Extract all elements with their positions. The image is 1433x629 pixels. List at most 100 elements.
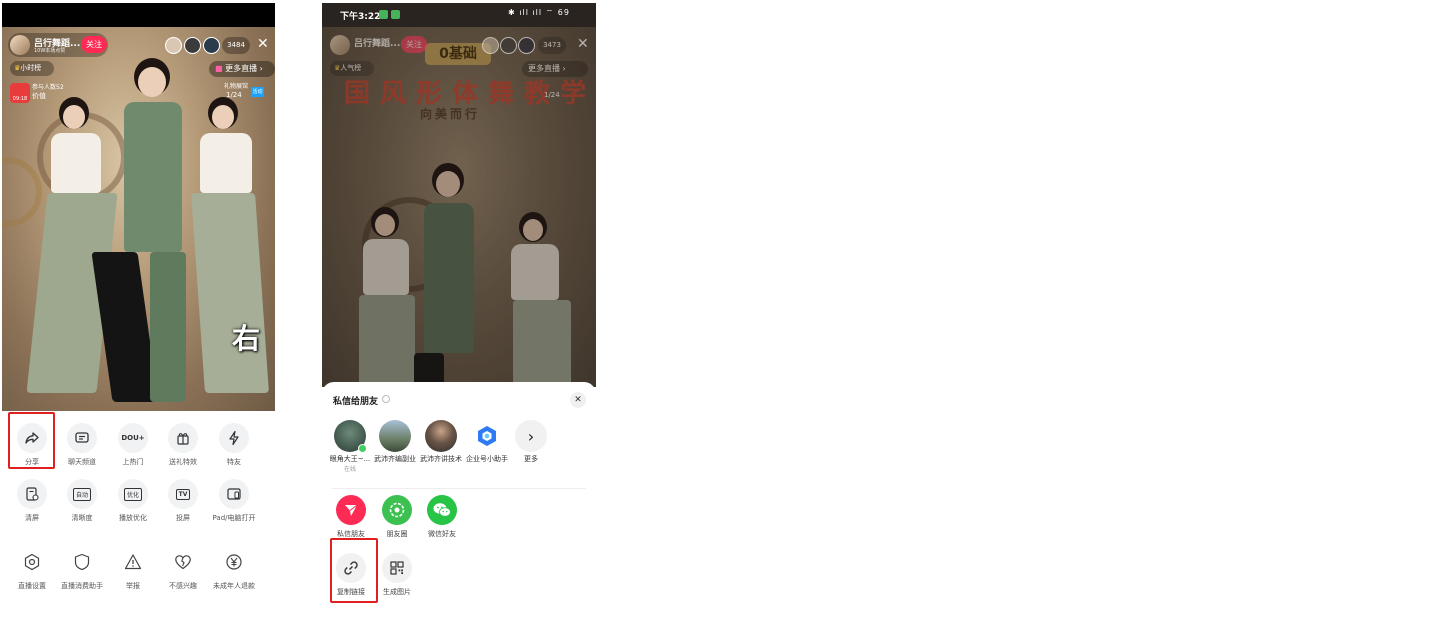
menu-item-not-interested[interactable]: 不感兴趣	[155, 547, 211, 591]
gift-gallery-label: 礼物展馆	[224, 83, 249, 90]
menu-item-consume-helper[interactable]: 直播消费助手	[54, 547, 110, 591]
enterprise-assistant-icon	[471, 420, 503, 452]
warning-icon	[118, 547, 148, 577]
hour-rank-badge[interactable]: 09:18	[10, 83, 30, 103]
menu-label: 清晰度	[71, 514, 93, 522]
status-bar	[2, 3, 275, 27]
chevron-right-icon: ›	[515, 420, 547, 452]
menu-label: 清屏	[25, 514, 39, 522]
right-phone-screen: 下午3:22 ✱ ıll ıll ⌔ 69 0基础 国风形体舞教学 向美而行 吕…	[322, 3, 596, 610]
cast-tv-icon: TV	[168, 479, 198, 509]
friend-item[interactable]: 眼角大王~... 在线	[328, 420, 372, 473]
more-live-label: 更多直播	[528, 64, 560, 73]
menu-item-cast[interactable]: TV 投屏	[155, 479, 211, 523]
friend-item[interactable]: 企业号小助手	[465, 420, 509, 464]
pad-icon	[219, 479, 249, 509]
menu-item-playback-optimize[interactable]: 优化 播放优化	[105, 479, 161, 523]
menu-label: 投屏	[176, 514, 190, 522]
app-label: 生成图片	[383, 588, 411, 596]
viewer-avatar[interactable]	[184, 37, 201, 54]
share-moments[interactable]: 朋友圈	[376, 495, 418, 539]
host-name: 吕行舞蹈...	[354, 39, 401, 49]
share-sheet-title: 私信给朋友	[333, 397, 379, 407]
menu-label: 播放优化	[119, 514, 147, 522]
highlight-share-box	[8, 412, 55, 469]
status-time: 下午3:22	[340, 12, 381, 22]
more-friends-label: 更多	[524, 455, 538, 463]
viewer-avatar[interactable]	[518, 37, 535, 54]
share-divider	[332, 488, 586, 489]
close-share-sheet-button[interactable]: ✕	[570, 392, 586, 408]
notification-icon	[391, 10, 400, 19]
more-live-label: 更多直播	[225, 64, 258, 73]
close-icon[interactable]: ✕	[257, 36, 269, 52]
more-friends-item[interactable]: › 更多	[509, 420, 553, 464]
viewer-count[interactable]: 3484	[222, 37, 250, 54]
menu-item-dou-plus[interactable]: DOU+ 上热门	[105, 423, 161, 467]
friend-item[interactable]: 武沛齐讲技术	[419, 420, 463, 464]
menu-label: 上热门	[122, 458, 144, 466]
menu-label: 直播消费助手	[61, 582, 103, 590]
gift-gallery-count: 1/24	[226, 91, 242, 99]
gift-effect-icon	[168, 423, 198, 453]
friend-name: 眼角大王~...	[329, 455, 371, 463]
menu-item-gift-effect[interactable]: 送礼特效	[155, 423, 211, 467]
menu-item-report[interactable]: 举报	[105, 547, 161, 591]
generate-image-button[interactable]: 生成图片	[376, 553, 418, 597]
menu-label: 聊天频道	[68, 458, 96, 466]
friend-avatar	[425, 420, 457, 452]
gift-activity-badge[interactable]: 活动	[251, 87, 264, 97]
follow-button[interactable]: 关注	[81, 36, 107, 53]
menu-label: 未成年人退款	[213, 582, 255, 590]
menu-item-live-settings[interactable]: 直播设置	[4, 547, 60, 591]
more-live-button[interactable]: ■ 更多直播 ›	[209, 61, 275, 77]
more-live-button[interactable]: 更多直播 ›	[522, 61, 588, 77]
settings-hex-icon	[17, 547, 47, 577]
decorative-ring	[2, 157, 42, 227]
rank-label: 人气榜	[340, 64, 362, 72]
menu-item-flash[interactable]: 特友	[206, 423, 262, 467]
host-avatar[interactable]	[10, 35, 30, 55]
viewer-avatar[interactable]	[482, 37, 499, 54]
viewer-count[interactable]: 3473	[538, 37, 566, 54]
app-label: 微信好友	[428, 530, 456, 538]
friend-name: 企业号小助手	[466, 455, 508, 463]
chevron-right-icon: ›	[562, 64, 566, 73]
menu-label: 举报	[126, 582, 140, 590]
menu-item-clear-screen[interactable]: 清屏	[4, 479, 60, 523]
menu-item-chat-channel[interactable]: 聊天频道	[54, 423, 110, 467]
menu-item-pad-open[interactable]: Pad/电脑打开	[206, 479, 262, 523]
rank-pill[interactable]: ♛人气榜	[330, 61, 374, 76]
left-phone-screen: 吕行舞蹈... 10W本场点赞 关注 3484 ✕ ♛小时榜 ■ 更多直播 › …	[2, 3, 275, 608]
more-live-dot-icon: ■	[215, 64, 223, 73]
online-status-dot	[358, 444, 367, 453]
resolution-icon-text: 自动	[72, 487, 91, 501]
host-avatar[interactable]	[330, 35, 350, 55]
clear-screen-icon	[17, 479, 47, 509]
live-video[interactable]: 0基础 国风形体舞教学 向美而行	[322, 27, 596, 387]
broken-heart-icon	[168, 547, 198, 577]
info-icon[interactable]	[382, 395, 390, 403]
friend-name: 武沛齐讲技术	[420, 455, 462, 463]
friend-item[interactable]: 武沛齐编副业	[373, 420, 417, 464]
viewer-avatar[interactable]	[165, 37, 182, 54]
share-private-message[interactable]: 私信朋友	[330, 495, 372, 539]
resolution-icon: 自动	[67, 479, 97, 509]
viewer-avatar[interactable]	[203, 37, 220, 54]
close-icon[interactable]: ✕	[577, 36, 589, 52]
notification-icon	[379, 10, 388, 19]
banner-subtitle: 向美而行	[420, 107, 481, 121]
video-overlay-text: 右	[232, 322, 261, 355]
status-bar: 下午3:22 ✱ ıll ıll ⌔ 69	[322, 3, 596, 27]
follow-button[interactable]: 关注	[401, 36, 427, 53]
share-wechat-friend[interactable]: 微信好友	[421, 495, 463, 539]
chat-channel-icon	[67, 423, 97, 453]
menu-item-minor-refund[interactable]: 未成年人退款	[206, 547, 262, 591]
host-likes: 10W本场点赞	[34, 48, 66, 54]
menu-item-resolution[interactable]: 自动 清晰度	[54, 479, 110, 523]
viewer-avatar[interactable]	[500, 37, 517, 54]
rank-pill[interactable]: ♛小时榜	[10, 61, 54, 76]
rank-label: 小时榜	[20, 64, 42, 72]
friend-avatar	[379, 420, 411, 452]
wechat-icon	[427, 495, 457, 525]
